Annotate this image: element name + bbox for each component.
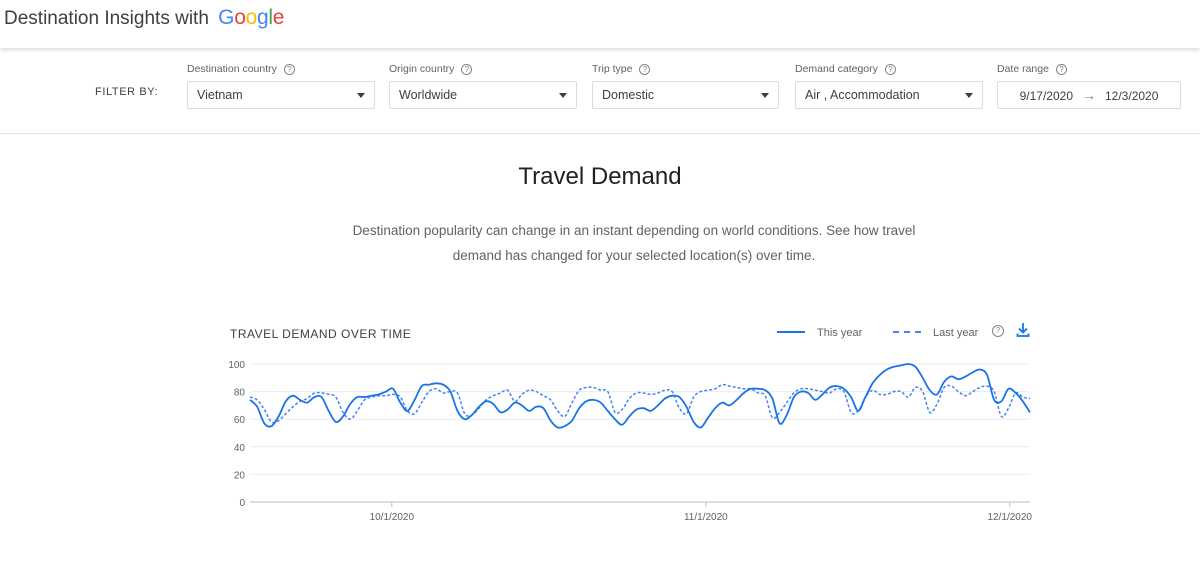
origin-country-label: Origin country <box>389 63 455 75</box>
description-line-1: Destination popularity can change in an … <box>352 223 916 238</box>
dropdown-arrow-icon <box>559 93 567 98</box>
travel-demand-chart: 0 20 40 60 80 100 10/1/2020 11/1/2020 12/1/2020 <box>228 360 1032 523</box>
chart-title: TRAVEL DEMAND OVER TIME <box>230 327 412 341</box>
x-tick-label: 12/1/2020 <box>987 512 1032 523</box>
help-icon[interactable]: ? <box>283 64 295 75</box>
demand-category-value: Air , Accommodation <box>805 88 920 102</box>
trip-type-value: Domestic <box>602 88 655 102</box>
download-icon[interactable] <box>1016 322 1030 338</box>
help-icon[interactable]: ? <box>461 64 473 75</box>
origin-country-select[interactable]: Worldwide <box>389 81 577 109</box>
legend-dashed-line <box>893 331 921 333</box>
series-this-year-line <box>249 363 1031 429</box>
destination-country-value: Vietnam <box>197 88 243 102</box>
help-icon[interactable]: ? <box>1055 64 1067 75</box>
filter-by-label: FILTER BY: <box>95 86 159 98</box>
legend-last-year-label: Last year <box>933 327 979 339</box>
page-description: Destination popularity can change in an … <box>300 218 968 268</box>
trip-type-label: Trip type <box>592 63 633 75</box>
destination-country-filter: Destination country? Vietnam <box>187 62 375 109</box>
destination-country-label: Destination country <box>187 63 277 75</box>
legend-this-year-label: This year <box>817 327 863 339</box>
y-tick-label: 40 <box>234 443 246 454</box>
description-line-2: demand has changed for your selected loc… <box>452 248 816 263</box>
origin-country-value: Worldwide <box>399 88 458 102</box>
legend-solid-line <box>777 331 805 333</box>
dropdown-arrow-icon <box>761 93 769 98</box>
legend-this-year: This year <box>777 327 862 339</box>
help-icon[interactable]: ? <box>639 64 651 75</box>
date-range-label: Date range <box>997 63 1049 75</box>
demand-category-filter: Demand category? Air , Accommodation <box>795 62 983 109</box>
legend-last-year: Last year <box>893 327 978 339</box>
brand-prefix: Destination Insights with <box>4 8 209 29</box>
y-tick-label: 0 <box>239 498 245 509</box>
top-bar: Destination Insights with Google <box>0 0 1200 48</box>
date-range-filter: Date range? 9/17/2020 → 12/3/2020 <box>997 62 1181 109</box>
origin-country-filter: Origin country? Worldwide <box>389 62 577 109</box>
page-title: Travel Demand <box>518 163 682 190</box>
y-tick-label: 80 <box>234 388 246 399</box>
y-tick-label: 100 <box>228 360 245 371</box>
x-tick-label: 11/1/2020 <box>684 512 728 523</box>
trip-type-filter: Trip type? Domestic <box>592 62 779 109</box>
filter-bar: FILTER BY: Destination country? Vietnam … <box>0 48 1200 134</box>
date-range-start: 9/17/2020 <box>1019 89 1073 103</box>
series-last-year-line <box>249 383 1031 424</box>
dropdown-arrow-icon <box>965 93 973 98</box>
destination-country-select[interactable]: Vietnam <box>187 81 375 109</box>
demand-category-select[interactable]: Air , Accommodation <box>795 81 983 109</box>
y-tick-label: 20 <box>234 470 246 481</box>
chart-help-icon[interactable]: ? <box>992 325 1004 337</box>
help-icon[interactable]: ? <box>884 64 896 75</box>
brand[interactable]: Destination Insights with Google <box>4 6 284 30</box>
y-tick-label: 60 <box>234 415 246 426</box>
google-logo: Google <box>218 6 285 29</box>
date-range-picker[interactable]: 9/17/2020 → 12/3/2020 <box>997 81 1181 109</box>
arrow-right-icon: → <box>1082 87 1096 103</box>
dropdown-arrow-icon <box>357 93 365 98</box>
trip-type-select[interactable]: Domestic <box>592 81 779 109</box>
date-range-end: 12/3/2020 <box>1105 89 1159 103</box>
x-tick-label: 10/1/2020 <box>370 512 415 523</box>
demand-category-label: Demand category <box>795 63 878 75</box>
